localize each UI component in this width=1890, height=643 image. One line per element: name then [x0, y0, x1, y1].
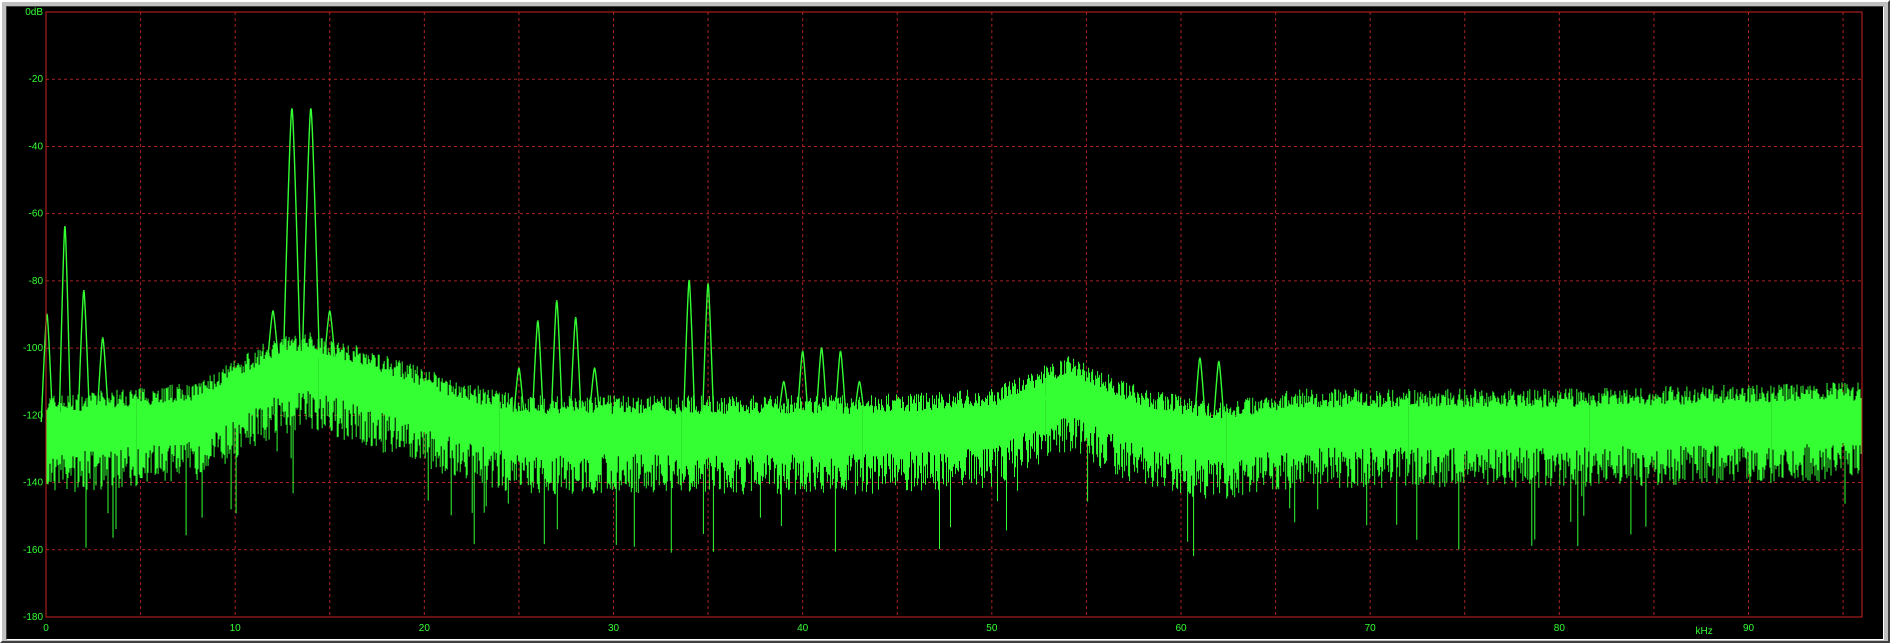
x-axis-unit-label: kHz [1696, 626, 1713, 637]
y-tick-label: -20 [29, 74, 44, 85]
y-tick-label: -60 [29, 209, 44, 220]
plot-background [7, 7, 1883, 639]
y-tick-label: -40 [29, 141, 44, 152]
x-tick-label: 30 [608, 623, 620, 634]
y-tick-label: -160 [23, 545, 43, 556]
y-tick-label: -140 [23, 478, 43, 489]
y-tick-label: -120 [23, 410, 43, 421]
x-tick-label: 90 [1743, 623, 1755, 634]
x-tick-label: 0 [43, 623, 49, 634]
x-tick-label: 20 [419, 623, 431, 634]
x-tick-label: 50 [986, 623, 998, 634]
y-tick-label: -80 [29, 276, 44, 287]
x-tick-label: 70 [1365, 623, 1377, 634]
x-tick-label: 80 [1554, 623, 1566, 634]
plot-area[interactable]: 0dB -20 -40 -60 -80 -100 -120 -140 -160 -180 0 10 2… [6, 6, 1884, 640]
x-tick-label: 40 [797, 623, 809, 634]
x-tick-label: 10 [230, 623, 242, 634]
y-tick-label: -180 [23, 612, 43, 623]
y-tick-label: -100 [23, 343, 43, 354]
analyzer-window: 0dB -20 -40 -60 -80 -100 -120 -140 -160 -180 0 10 2… [0, 0, 1890, 643]
spectrum-chart: 0dB -20 -40 -60 -80 -100 -120 -140 -160 -180 0 10 2… [7, 7, 1883, 639]
y-tick-label: 0dB [25, 7, 43, 18]
x-tick-label: 60 [1175, 623, 1187, 634]
